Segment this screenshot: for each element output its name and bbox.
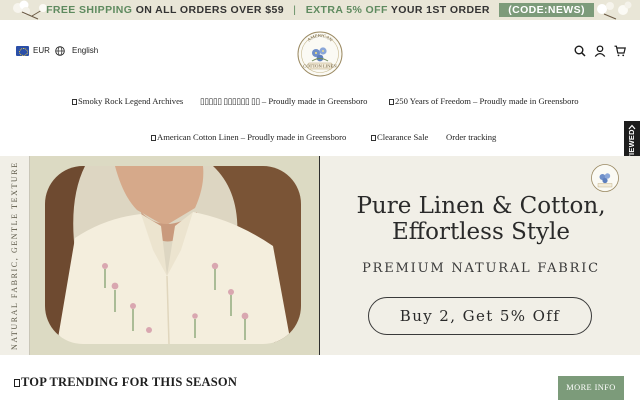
hero-title-line-1: Pure Linen & Cotton, [356,193,606,219]
account-icon [594,45,606,57]
search-button[interactable] [574,44,586,57]
cotton-flower-icon [597,1,632,20]
nav-label: American Cotton Linen – Proudly made in … [157,132,347,142]
logo-emblem-icon: AMERICAN COTTON LINEN [297,31,343,77]
nav-glyphs: ▯▯▯▯▯ ▯▯▯▯▯▯ ▯▯ [200,96,260,106]
eu-flag-icon[interactable] [16,46,29,56]
hero-logo-badge [590,163,620,193]
chevron-up-icon [628,124,636,130]
globe-icon[interactable] [55,46,65,56]
nav-order-tracking[interactable]: Order tracking [446,132,496,142]
section-bullet-icon [14,379,20,387]
nav-bullet-icon [389,99,394,105]
search-icon [574,45,586,57]
hero-product-photo[interactable] [45,166,301,344]
promo-text: FREE SHIPPING ON ALL ORDERS OVER $59 | E… [0,3,640,17]
discount-label: EXTRA 5% OFF [305,4,388,16]
nav-label: Smoky Rock Legend Archives [78,96,184,106]
hero-side-caption: NATURAL FABRIC, GENTLE TEXTURE [0,156,30,355]
language-selector[interactable]: English [72,46,98,55]
nav-label: 250 Years of Freedom – Proudly made in G… [395,96,579,106]
hero-title: Pure Linen & Cotton, Effortless Style [322,193,640,245]
nav-label: Order tracking [446,132,497,142]
section-title-text: TOP TRENDING FOR THIS SEASON [21,375,238,389]
nav-smoky-rock[interactable]: Smoky Rock Legend Archives [72,96,183,106]
cart-icon [614,45,626,57]
logo-badge-icon [591,164,619,192]
free-shipping-label: FREE SHIPPING [46,4,133,16]
store-logo[interactable]: AMERICAN COTTON LINEN [296,30,344,78]
nav-label: Clearance Sale [377,132,429,142]
nav-greensboro-product[interactable]: ▯▯▯▯▯ ▯▯▯▯▯▯ ▯▯ – Proudly made in Greens… [200,96,367,107]
hero-title-line-2: Effortless Style [391,219,571,245]
cart-button[interactable] [614,44,626,57]
linen-shirt-photo-icon [45,166,301,344]
section-title: TOP TRENDING FOR THIS SEASON [14,375,237,390]
shipping-threshold-label: ON ALL ORDERS OVER $59 [135,4,284,16]
promo-code-badge[interactable]: (CODE:NEWS) [499,3,594,17]
side-caption-text: NATURAL FABRIC, GENTLE TEXTURE [10,161,19,350]
nav-bullet-icon [151,135,156,141]
currency-selector[interactable]: EUR [33,46,50,55]
promo-bar: FREE SHIPPING ON ALL ORDERS OVER $59 | E… [0,0,640,20]
nav-clearance-sale[interactable]: Clearance Sale [371,132,428,142]
nav-bullet-icon [72,99,77,105]
more-info-button[interactable]: MORE INFO [558,376,624,400]
first-order-label: YOUR 1ST ORDER [390,4,490,16]
nav-american-cotton-linen[interactable]: American Cotton Linen – Proudly made in … [151,132,346,142]
nav-label: – Proudly made in Greensboro [259,96,368,106]
hero-subtitle: PREMIUM NATURAL FABRIC [362,261,600,276]
promo-separator: | [293,4,297,16]
account-button[interactable] [594,44,606,57]
logo-bottom-text: COTTON LINEN [303,64,337,69]
nav-250-years[interactable]: 250 Years of Freedom – Proudly made in G… [389,96,579,106]
buy-2-get-5-off-button[interactable]: Buy 2, Get 5% Off [368,297,592,335]
nav-bullet-icon [371,135,376,141]
